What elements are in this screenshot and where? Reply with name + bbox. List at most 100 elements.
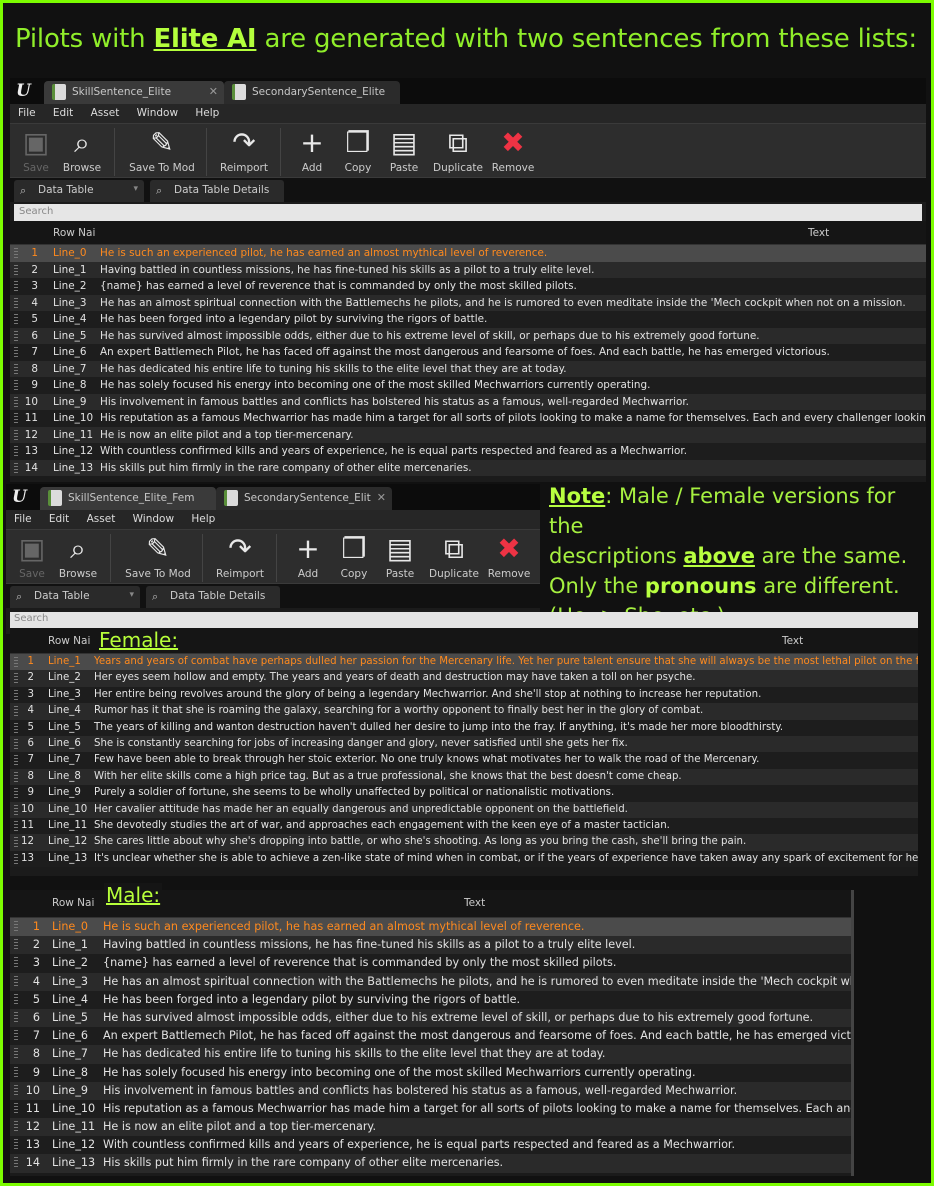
duplicate-button[interactable]: ⧉ Duplicate (426, 532, 482, 580)
table-row[interactable]: 8 Line_7 He has dedicated his entire life … (10, 360, 926, 377)
table-row[interactable]: 10 Line_9 His involvement in famous battle… (10, 393, 926, 410)
table-row[interactable]: 14 Line_13 His skills put him firmly in th… (10, 1154, 851, 1173)
remove-button[interactable]: ✖ Remove (490, 126, 536, 174)
menu-window[interactable]: Window (133, 510, 174, 529)
unreal-logo-icon[interactable]: U (12, 487, 34, 507)
paste-button[interactable]: ▤ Paste (382, 532, 418, 580)
table-row[interactable]: 13 Line_13 It's unclear whether she is abl… (10, 850, 918, 868)
table-row[interactable]: 1 Line_0 He is such an experienced pilot, … (10, 245, 926, 262)
table-row[interactable]: 10 Line_9 His involvement in famous battle… (10, 1081, 851, 1100)
browse-button[interactable]: ⌕ Browse (56, 532, 100, 580)
table-row[interactable]: 1 Line_1 Years and years of combat have pe… (10, 654, 918, 671)
reimport-button[interactable]: ↷ Reimport (212, 532, 268, 580)
table-row[interactable]: 4 Line_4 Rumor has it that she is roaming … (10, 703, 918, 720)
tab-skill-sentence-elite-female[interactable]: SkillSentence_Elite_Fem (40, 487, 216, 510)
table-row[interactable]: 5 Line_4 He has been forged into a legenda… (10, 311, 926, 328)
table-row[interactable]: 3 Line_2 {name} has earned a level of reve… (10, 954, 851, 973)
table-row[interactable]: 5 Line_4 He has been forged into a legenda… (10, 990, 851, 1009)
duplicate-button[interactable]: ⧉ Duplicate (430, 126, 486, 174)
paste-button[interactable]: ▤ Paste (386, 126, 422, 174)
copy-button[interactable]: ❐ Copy (340, 126, 376, 174)
reimport-button[interactable]: ↷ Reimport (216, 126, 272, 174)
drag-handle-icon[interactable] (14, 1084, 18, 1096)
column-header-text[interactable]: Text (782, 635, 803, 647)
drag-handle-icon[interactable] (14, 1011, 18, 1023)
table-row[interactable]: 8 Line_7 He has dedicated his entire life … (10, 1045, 851, 1064)
drag-handle-icon[interactable] (14, 1048, 18, 1060)
menu-edit[interactable]: Edit (53, 104, 73, 123)
table-row[interactable]: 11 Line_10 His reputation as a famous Mech… (10, 410, 926, 427)
menu-help[interactable]: Help (195, 104, 219, 123)
column-header-row-name[interactable]: Row Nai (53, 227, 95, 239)
menu-file[interactable]: File (14, 510, 32, 529)
tab-secondary-sentence-elite[interactable]: SecondarySentence_Elite (224, 81, 400, 104)
add-button[interactable]: + Add (294, 126, 330, 174)
table-row[interactable]: 6 Line_6 She is constantly searching for j… (10, 735, 918, 753)
tab-data-table[interactable]: ⌕ Data Table ▾ (14, 180, 144, 202)
table-row[interactable]: 4 Line_3 He has an almost spiritual connec… (10, 972, 851, 991)
close-icon[interactable]: ✕ (209, 85, 218, 98)
add-button[interactable]: + Add (290, 532, 326, 580)
save-to-mod-button[interactable]: ✎ Save To Mod (122, 532, 194, 580)
table-row[interactable]: 3 Line_2 {name} has earned a level of reve… (10, 278, 926, 295)
drag-handle-icon[interactable] (14, 1066, 18, 1078)
remove-button[interactable]: ✖ Remove (486, 532, 532, 580)
save-button[interactable]: ▣ Save (16, 126, 56, 174)
column-header-row-name[interactable]: Row Nai (52, 897, 94, 909)
column-header-text[interactable]: Text (808, 227, 829, 239)
tab-skill-sentence-elite[interactable]: SkillSentence_Elite ✕ (44, 81, 224, 104)
table-row[interactable]: 10 Line_10 Her cavalier attitude has made … (10, 801, 918, 818)
drag-handle-icon[interactable] (14, 993, 18, 1005)
save-button[interactable]: ▣ Save (12, 532, 52, 580)
drag-handle-icon[interactable] (14, 1030, 18, 1042)
table-row[interactable]: 12 Line_11 He is now an elite pilot and a … (10, 426, 926, 443)
copy-button[interactable]: ❐ Copy (336, 532, 372, 580)
drag-handle-icon[interactable] (14, 921, 18, 932)
table-row[interactable]: 2 Line_1 Having battled in countless missi… (10, 936, 851, 955)
save-to-mod-button[interactable]: ✎ Save To Mod (126, 126, 198, 174)
menu-help[interactable]: Help (191, 510, 215, 529)
tab-secondary-sentence-elite[interactable]: SecondarySentence_Elit ✕ (216, 487, 392, 510)
chevron-down-icon[interactable]: ▾ (129, 590, 134, 600)
table-row[interactable]: 1 Line_0 He is such an experienced pilot, … (10, 918, 851, 937)
menu-asset[interactable]: Asset (91, 104, 120, 123)
table-row[interactable]: 13 Line_12 With countless confirmed kills … (10, 443, 926, 460)
menu-edit[interactable]: Edit (49, 510, 69, 529)
tab-data-table[interactable]: ⌕ Data Table ▾ (10, 586, 140, 608)
table-row[interactable]: 12 Line_11 He is now an elite pilot and a … (10, 1118, 851, 1137)
menu-file[interactable]: File (18, 104, 36, 123)
table-row[interactable]: 6 Line_5 He has survived almost impossible… (10, 1008, 851, 1028)
search-input[interactable]: Search (10, 612, 918, 628)
table-row[interactable]: 5 Line_5 The years of killing and wanton d… (10, 719, 918, 736)
table-row[interactable]: 2 Line_2 Her eyes seem hollow and empty. T… (10, 670, 918, 687)
drag-handle-icon[interactable] (14, 1102, 18, 1114)
tab-data-table-details[interactable]: ⌕ Data Table Details (150, 180, 284, 202)
table-row[interactable]: 4 Line_3 He has an almost spiritual connec… (10, 294, 926, 311)
browse-button[interactable]: ⌕ Browse (60, 126, 104, 174)
table-row[interactable]: 8 Line_8 With her elite skills come a high… (10, 768, 918, 786)
table-row[interactable]: 3 Line_3 Her entire being revolves around … (10, 686, 918, 704)
search-input[interactable]: Search (14, 204, 922, 221)
table-row[interactable]: 6 Line_5 He has survived almost impossible… (10, 327, 926, 344)
drag-handle-icon[interactable] (14, 939, 18, 951)
close-icon[interactable]: ✕ (377, 491, 386, 504)
column-header-row-name[interactable]: Row Nai (48, 635, 90, 647)
table-row[interactable]: 12 Line_12 She cares little about why she'… (10, 834, 918, 851)
drag-handle-icon[interactable] (14, 1121, 18, 1133)
drag-handle-icon[interactable] (14, 1139, 18, 1151)
table-row[interactable]: 9 Line_8 He has solely focused his energy … (10, 377, 926, 394)
menu-window[interactable]: Window (137, 104, 178, 123)
table-row[interactable]: 7 Line_7 Few have been able to break throu… (10, 752, 918, 769)
table-row[interactable]: 2 Line_1 Having battled in countless missi… (10, 261, 926, 278)
table-row[interactable]: 11 Line_11 She devotedly studies the art o… (10, 817, 918, 835)
table-row[interactable]: 11 Line_10 His reputation as a famous Mech… (10, 1099, 851, 1119)
menu-asset[interactable]: Asset (87, 510, 116, 529)
drag-handle-icon[interactable] (14, 975, 18, 987)
table-row[interactable]: 9 Line_8 He has solely focused his energy … (10, 1063, 851, 1082)
table-row[interactable]: 13 Line_12 With countless confirmed kills … (10, 1136, 851, 1155)
tab-data-table-details[interactable]: ⌕ Data Table Details (146, 586, 280, 608)
drag-handle-icon[interactable] (14, 1157, 18, 1169)
unreal-logo-icon[interactable]: U (16, 81, 38, 101)
table-row[interactable]: 9 Line_9 Purely a soldier of fortune, she … (10, 785, 918, 802)
table-row[interactable]: 7 Line_6 An expert Battlemech Pilot, he ha… (10, 1027, 851, 1046)
